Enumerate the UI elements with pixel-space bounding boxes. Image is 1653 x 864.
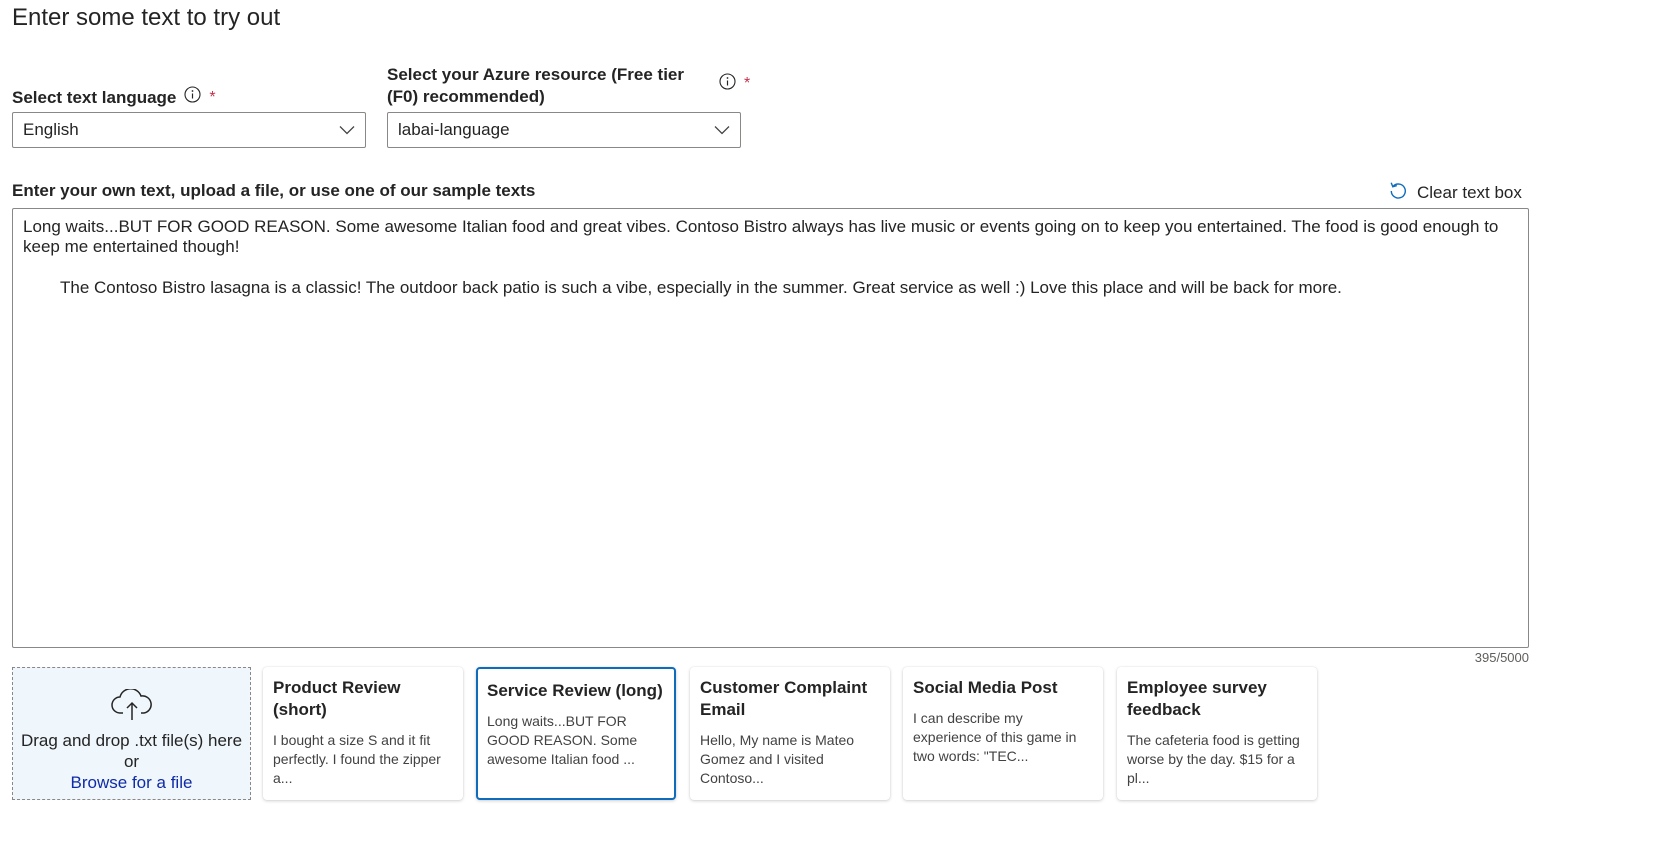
language-selected-value: English	[23, 120, 79, 139]
sample-card-customer-complaint[interactable]: Customer Complaint Email Hello, My name …	[690, 667, 890, 800]
language-label: Select text language	[12, 87, 177, 107]
resource-dropdown[interactable]: labai-language	[387, 112, 741, 148]
sample-card-service-review[interactable]: Service Review (long) Long waits...BUT F…	[476, 667, 676, 800]
info-icon[interactable]	[184, 86, 201, 109]
sample-card-social-media[interactable]: Social Media Post I can describe my expe…	[903, 667, 1103, 800]
resource-label-group: Select your Azure resource (Free tier (F…	[387, 64, 750, 108]
or-text: or	[123, 751, 140, 771]
cloud-upload-icon	[110, 675, 154, 730]
chevron-down-icon	[339, 120, 355, 140]
browse-file-link[interactable]: Browse for a file	[71, 772, 193, 793]
required-asterisk: *	[209, 88, 216, 106]
required-asterisk: *	[744, 75, 751, 92]
text-input-area[interactable]: Long waits...BUT FOR GOOD REASON. Some a…	[12, 208, 1529, 648]
sample-card-title: Service Review (long)	[487, 681, 663, 700]
sample-card-preview: Long waits...BUT FOR GOOD REASON. Some a…	[487, 713, 638, 767]
sample-card-title: Customer Complaint Email	[700, 678, 868, 719]
language-label-group: Select text language *	[12, 86, 216, 109]
sample-card-preview: Hello, My name is Mateo Gomez and I visi…	[700, 732, 855, 786]
text-paragraph-2: The Contoso Bistro lasagna is a classic!…	[60, 278, 1342, 297]
text-input-label: Enter your own text, upload a file, or u…	[12, 181, 536, 200]
sample-card-title: Employee survey feedback	[1127, 678, 1267, 719]
clear-text-label: Clear text box	[1417, 182, 1522, 202]
reset-icon	[1388, 180, 1408, 205]
character-count: 395/5000	[1474, 650, 1529, 665]
clear-text-button[interactable]: Clear text box	[1388, 180, 1522, 205]
page-title: Enter some text to try out	[12, 4, 281, 31]
resource-label: Select your Azure resource (Free tier (F…	[387, 65, 684, 106]
file-drop-zone[interactable]: Drag and drop .txt file(s) here or Brows…	[12, 667, 251, 800]
drag-drop-text: Drag and drop .txt file(s) here	[20, 730, 243, 750]
sample-card-product-review[interactable]: Product Review (short) I bought a size S…	[263, 667, 463, 800]
sample-card-title: Product Review (short)	[273, 678, 401, 719]
chevron-down-icon	[714, 120, 730, 140]
language-dropdown[interactable]: English	[12, 112, 366, 148]
sample-card-preview: I bought a size S and it fit perfectly. …	[273, 732, 441, 786]
resource-selected-value: labai-language	[398, 120, 510, 139]
sample-card-employee-survey[interactable]: Employee survey feedback The cafeteria f…	[1117, 667, 1317, 800]
text-paragraph-1: Long waits...BUT FOR GOOD REASON. Some a…	[23, 217, 1499, 256]
sample-card-preview: I can describe my experience of this gam…	[913, 710, 1077, 764]
sample-card-preview: The cafeteria food is getting worse by t…	[1127, 732, 1300, 786]
info-icon[interactable]	[719, 73, 736, 95]
sample-card-title: Social Media Post	[913, 678, 1058, 697]
